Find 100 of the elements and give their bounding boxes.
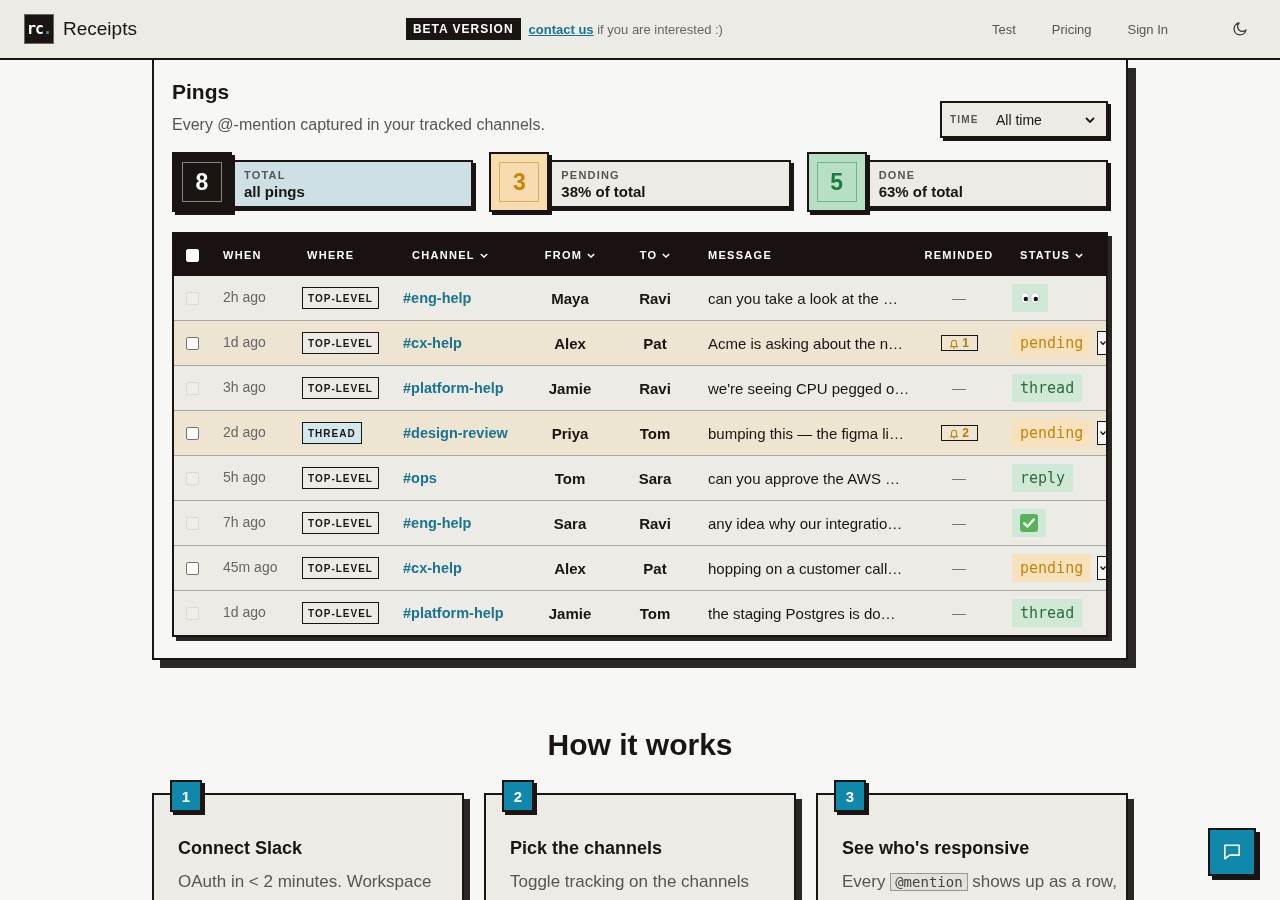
- time-ago: 7h ago: [223, 513, 266, 530]
- empty-dash: —: [952, 515, 966, 531]
- stat-caption: 63% of total: [878, 181, 963, 201]
- status-tag: pending: [1012, 329, 1092, 357]
- step-number: 1: [170, 780, 202, 812]
- stat-label: PENDING: [561, 167, 620, 182]
- contact-link[interactable]: contact us: [528, 21, 594, 37]
- recipient-name: Pat: [643, 559, 667, 577]
- row-checkbox[interactable]: [185, 336, 199, 350]
- where-tag: TOP-LEVEL: [302, 377, 379, 399]
- sender-name: Maya: [551, 289, 589, 307]
- step-description: Every @mention shows up as a row,: [842, 871, 1117, 893]
- time-ago: 2d ago: [223, 423, 266, 440]
- eyes-icon: [1020, 292, 1040, 304]
- time-ago: 1d ago: [223, 333, 266, 350]
- recipient-name: Ravi: [639, 514, 671, 532]
- step-number: 3: [834, 780, 866, 812]
- empty-dash: —: [952, 560, 966, 576]
- empty-dash: —: [952, 380, 966, 396]
- step-title: Connect Slack: [178, 837, 303, 859]
- reminder-count: 1: [962, 337, 969, 349]
- empty-dash: —: [952, 605, 966, 621]
- channel-link[interactable]: #cx-help: [403, 335, 462, 351]
- chat-icon: [1223, 843, 1241, 861]
- where-tag: TOP-LEVEL: [302, 467, 379, 489]
- step-description: Toggle tracking on the channels: [510, 871, 750, 893]
- row-checkbox[interactable]: [185, 561, 199, 575]
- time-ago: 2h ago: [223, 288, 266, 305]
- message-preview: hopping on a customer call…: [708, 559, 903, 577]
- row-checkbox[interactable]: [185, 426, 199, 440]
- channel-link[interactable]: #eng-help: [403, 290, 472, 306]
- bell-icon: [949, 427, 960, 439]
- column-header: WHEN: [223, 249, 262, 261]
- recipient-name: Pat: [643, 334, 667, 352]
- column-header: WHERE: [307, 249, 355, 261]
- channel-link[interactable]: #ops: [403, 470, 437, 486]
- section-title: Pings: [172, 79, 230, 105]
- status-menu-button[interactable]: [1097, 331, 1106, 355]
- where-tag: TOP-LEVEL: [302, 287, 379, 309]
- where-tag: TOP-LEVEL: [302, 557, 379, 579]
- chevron-icon: [1085, 116, 1095, 123]
- recipient-name: Sara: [638, 469, 672, 487]
- column-header[interactable]: FROM: [544, 249, 596, 261]
- message-preview: the staging Postgres is do…: [708, 604, 896, 622]
- recipient-name: Ravi: [639, 289, 671, 307]
- status-tag: pending: [1012, 554, 1092, 582]
- time-ago: 5h ago: [223, 468, 266, 485]
- stat-count: 5: [816, 162, 857, 202]
- status-menu-button[interactable]: [1097, 556, 1106, 580]
- column-header[interactable]: TO: [639, 249, 671, 261]
- channel-link[interactable]: #platform-help: [403, 380, 504, 396]
- message-preview: bumping this — the figma li…: [708, 424, 904, 442]
- time-select[interactable]: TIME All time: [940, 101, 1108, 138]
- select-label: TIME: [950, 114, 980, 125]
- channel-link[interactable]: #design-review: [403, 425, 508, 441]
- nav-link[interactable]: Sign In: [1127, 21, 1168, 37]
- stat-label: TOTAL: [244, 167, 286, 182]
- select-all-checkbox[interactable]: [185, 248, 199, 262]
- time-ago: 3h ago: [223, 378, 266, 395]
- sender-name: Tom: [554, 469, 586, 487]
- recipient-name: Tom: [639, 424, 671, 442]
- reminder-count: 2: [962, 427, 969, 439]
- status-tag: thread: [1012, 599, 1083, 627]
- logo: rc.: [24, 14, 54, 44]
- empty-dash: —: [952, 470, 966, 486]
- status-menu-button[interactable]: [1097, 421, 1106, 445]
- stat-count: 3: [499, 162, 540, 202]
- where-tag: TOP-LEVEL: [302, 332, 379, 354]
- moon-icon: [1232, 21, 1248, 37]
- column-header[interactable]: CHANNEL: [412, 249, 488, 261]
- channel-link[interactable]: #eng-help: [403, 515, 472, 531]
- nav-link[interactable]: Test: [991, 21, 1016, 37]
- stat-caption: 38% of total: [561, 181, 646, 201]
- step-title: Pick the channels: [510, 837, 663, 859]
- channel-link[interactable]: #platform-help: [403, 605, 504, 621]
- message-preview: we're seeing CPU pegged o…: [708, 379, 910, 397]
- stat-count: 8: [182, 162, 222, 202]
- column-header[interactable]: STATUS: [1020, 249, 1084, 261]
- message-preview: Acme is asking about the n…: [708, 334, 904, 352]
- sender-name: Alex: [554, 334, 586, 352]
- brand-name: Receipts: [63, 18, 137, 40]
- nav-link[interactable]: Pricing: [1051, 21, 1092, 37]
- beta-badge: BETA VERSION: [405, 18, 521, 40]
- where-tag: TOP-LEVEL: [302, 602, 379, 624]
- channel-link[interactable]: #cx-help: [403, 560, 462, 576]
- sender-name: Alex: [554, 559, 586, 577]
- step-number: 2: [502, 780, 534, 812]
- step-title: See who's responsive: [842, 837, 1030, 859]
- sender-name: Jamie: [548, 379, 592, 397]
- status-tag: pending: [1012, 419, 1092, 447]
- message-preview: can you approve the AWS …: [708, 469, 901, 487]
- empty-dash: —: [952, 290, 966, 306]
- message-preview: any idea why our integratio…: [708, 514, 903, 532]
- section-subtitle: Every @-mention captured in your tracked channels.: [172, 115, 545, 135]
- where-tag: THREAD: [302, 422, 362, 444]
- status-tag: thread: [1012, 374, 1083, 402]
- bell-icon: [949, 337, 960, 349]
- sender-name: Priya: [551, 424, 589, 442]
- stat-caption: all pings: [244, 181, 305, 201]
- stat-label: DONE: [878, 167, 916, 182]
